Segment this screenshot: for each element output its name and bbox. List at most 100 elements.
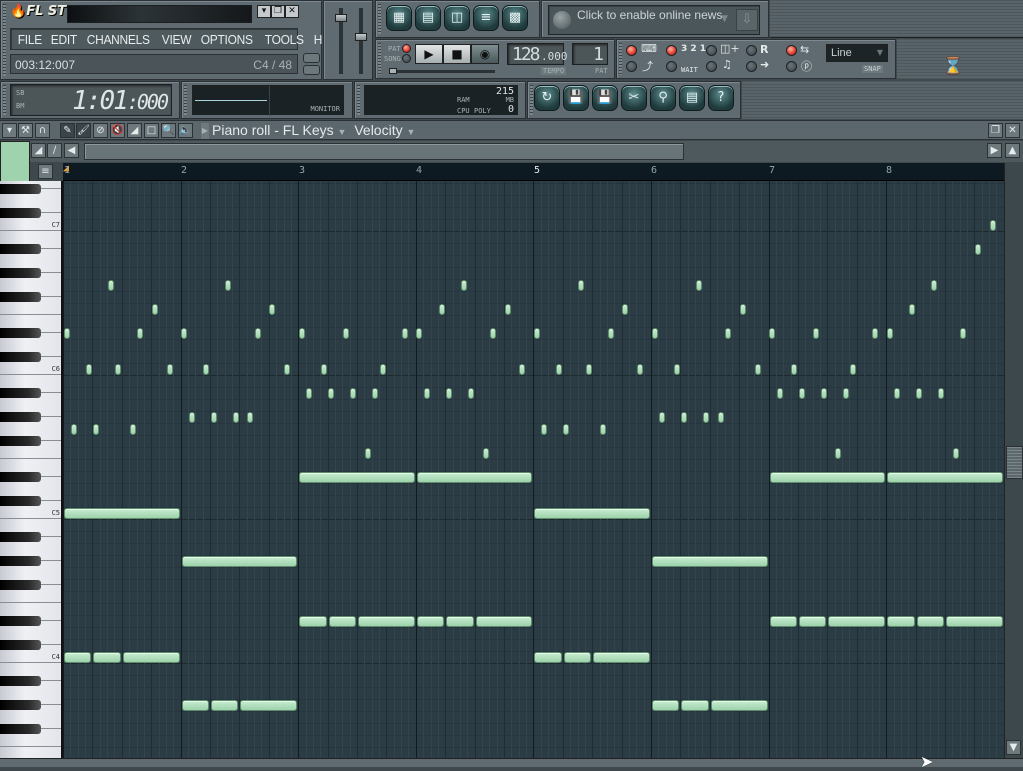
velocity-color-swatch[interactable]	[0, 141, 30, 182]
record-button[interactable]: ◉	[471, 44, 499, 64]
undo-icon[interactable]: ↻	[534, 85, 560, 111]
black-key[interactable]	[0, 556, 41, 566]
note[interactable]	[541, 424, 547, 435]
joystick-led[interactable]	[786, 61, 797, 72]
download-icon[interactable]: ⇩	[736, 9, 758, 31]
note[interactable]	[299, 616, 326, 627]
wait-input-led[interactable]	[666, 61, 677, 72]
note[interactable]	[115, 364, 121, 375]
note[interactable]	[182, 556, 298, 567]
close-button[interactable]: ✕	[285, 5, 299, 18]
note[interactable]	[299, 472, 415, 483]
note[interactable]	[255, 328, 261, 339]
tempo-display[interactable]: 128 .000	[507, 43, 564, 65]
minimize-button[interactable]: ▾	[257, 5, 271, 18]
magnet-snap-icon[interactable]: ∩	[35, 123, 50, 138]
note[interactable]	[725, 328, 731, 339]
online-news[interactable]: Click to enable online news ▼ ⇩	[548, 5, 760, 35]
note[interactable]	[755, 364, 761, 375]
step-edit-led[interactable]	[706, 45, 717, 56]
note[interactable]	[233, 412, 239, 423]
black-key[interactable]	[0, 532, 41, 542]
note[interactable]	[505, 304, 511, 315]
note[interactable]	[284, 364, 290, 375]
note[interactable]	[203, 364, 209, 375]
note[interactable]	[953, 448, 959, 459]
black-key[interactable]	[0, 676, 41, 686]
master-volume-slider[interactable]	[335, 14, 347, 22]
note[interactable]	[990, 220, 996, 231]
blend-notes-led[interactable]	[706, 61, 717, 72]
note[interactable]	[137, 328, 143, 339]
note[interactable]	[446, 388, 452, 399]
note[interactable]	[490, 328, 496, 339]
note[interactable]	[578, 280, 584, 291]
note[interactable]	[299, 328, 305, 339]
note[interactable]	[328, 388, 334, 399]
note[interactable]	[152, 304, 158, 315]
browser-icon[interactable]: ≡	[473, 5, 499, 31]
note[interactable]	[350, 388, 356, 399]
note[interactable]	[556, 364, 562, 375]
note[interactable]	[534, 652, 561, 663]
note[interactable]	[799, 616, 826, 627]
record-audio-icon[interactable]: ⚲	[650, 85, 676, 111]
note[interactable]	[799, 388, 805, 399]
playlist-icon[interactable]: ▦	[386, 5, 412, 31]
note[interactable]	[917, 616, 944, 627]
note[interactable]	[130, 424, 136, 435]
cut-icon[interactable]: ✂	[621, 85, 647, 111]
note[interactable]	[247, 412, 253, 423]
note[interactable]	[534, 508, 650, 519]
note[interactable]	[64, 508, 180, 519]
menu-options[interactable]: OPTIONS	[198, 29, 256, 49]
note[interactable]	[608, 328, 614, 339]
black-key[interactable]	[0, 724, 41, 734]
note[interactable]	[358, 616, 415, 627]
snap-select[interactable]: Line ▼	[826, 44, 888, 62]
note[interactable]	[586, 364, 592, 375]
note[interactable]	[93, 424, 99, 435]
note[interactable]	[777, 388, 783, 399]
scroll-led[interactable]	[746, 61, 757, 72]
black-key[interactable]	[0, 616, 41, 626]
note[interactable]	[916, 388, 922, 399]
black-key[interactable]	[0, 292, 41, 302]
note[interactable]	[931, 280, 937, 291]
note[interactable]	[64, 328, 70, 339]
note[interactable]	[181, 328, 187, 339]
note[interactable]	[659, 412, 665, 423]
note[interactable]	[424, 388, 430, 399]
playback-tool-icon[interactable]: 🔈	[178, 123, 193, 138]
panel-grip[interactable]	[3, 4, 6, 76]
note[interactable]	[909, 304, 915, 315]
scroll-down-icon[interactable]: ▼	[1006, 740, 1021, 755]
note[interactable]	[483, 448, 489, 459]
keyboard-view-icon[interactable]: ≡	[38, 164, 53, 179]
note[interactable]	[476, 616, 533, 627]
note[interactable]	[365, 448, 371, 459]
note[interactable]	[534, 328, 540, 339]
note[interactable]	[167, 364, 173, 375]
note[interactable]	[887, 616, 914, 627]
note[interactable]	[791, 364, 797, 375]
black-key[interactable]	[0, 388, 41, 398]
note[interactable]	[821, 388, 827, 399]
title-bar[interactable]	[67, 5, 252, 23]
note[interactable]	[211, 700, 238, 711]
note[interactable]	[769, 328, 775, 339]
draw-tool-icon[interactable]: ✎	[60, 123, 75, 138]
note[interactable]	[652, 556, 768, 567]
note[interactable]	[564, 652, 591, 663]
note[interactable]	[211, 412, 217, 423]
piano-roll-title[interactable]: Piano roll - FL Keys ▼ Velocity ▼	[212, 122, 415, 138]
black-key[interactable]	[0, 352, 41, 362]
loop-record-led[interactable]	[746, 45, 757, 56]
black-key[interactable]	[0, 472, 41, 482]
stop-button[interactable]: ■	[443, 44, 471, 64]
note[interactable]	[372, 388, 378, 399]
note[interactable]	[740, 304, 746, 315]
piano-keyboard[interactable]: C4C5C6C7	[0, 181, 63, 758]
black-key[interactable]	[0, 700, 41, 710]
note[interactable]	[519, 364, 525, 375]
